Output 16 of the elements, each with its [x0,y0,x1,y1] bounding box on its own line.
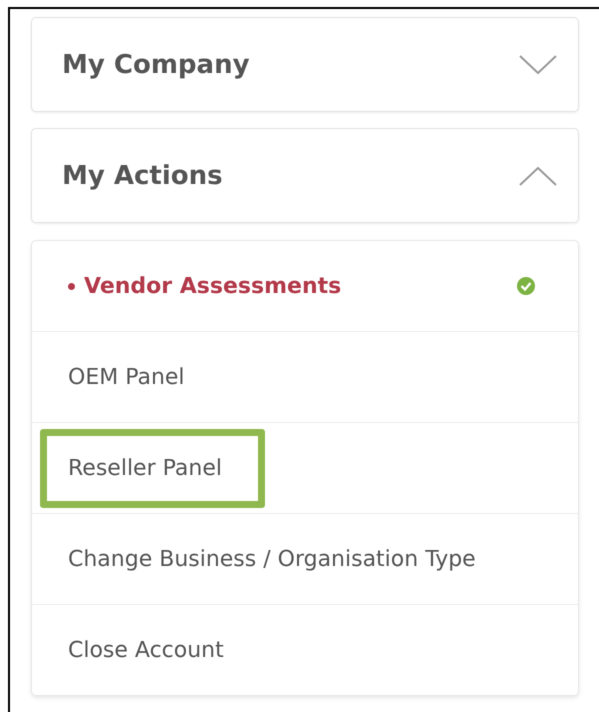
menu-item-label: Reseller Panel [40,428,265,508]
menu-item[interactable]: Reseller Panel [32,423,578,514]
section-title: My Company [62,50,250,80]
menu-item[interactable]: Close Account [32,605,578,695]
menu-item-label: Close Account [67,636,225,664]
menu-item-label: Vendor Assessments [40,246,384,326]
accordion-header[interactable]: My Company [31,17,579,112]
menu-item[interactable]: Change Business / Organisation Type [32,514,578,605]
menu-item-label: OEM Panel [67,364,186,392]
menu-item[interactable]: Vendor Assessments [32,241,578,332]
menu-item-label: Change Business / Organisation Type [67,546,477,574]
bullet-icon [68,282,75,290]
accordion-header[interactable]: My Actions [31,128,579,223]
check-circle-icon [516,276,536,296]
section-title: My Actions [62,160,223,190]
menu-item[interactable]: OEM Panel [32,332,578,423]
